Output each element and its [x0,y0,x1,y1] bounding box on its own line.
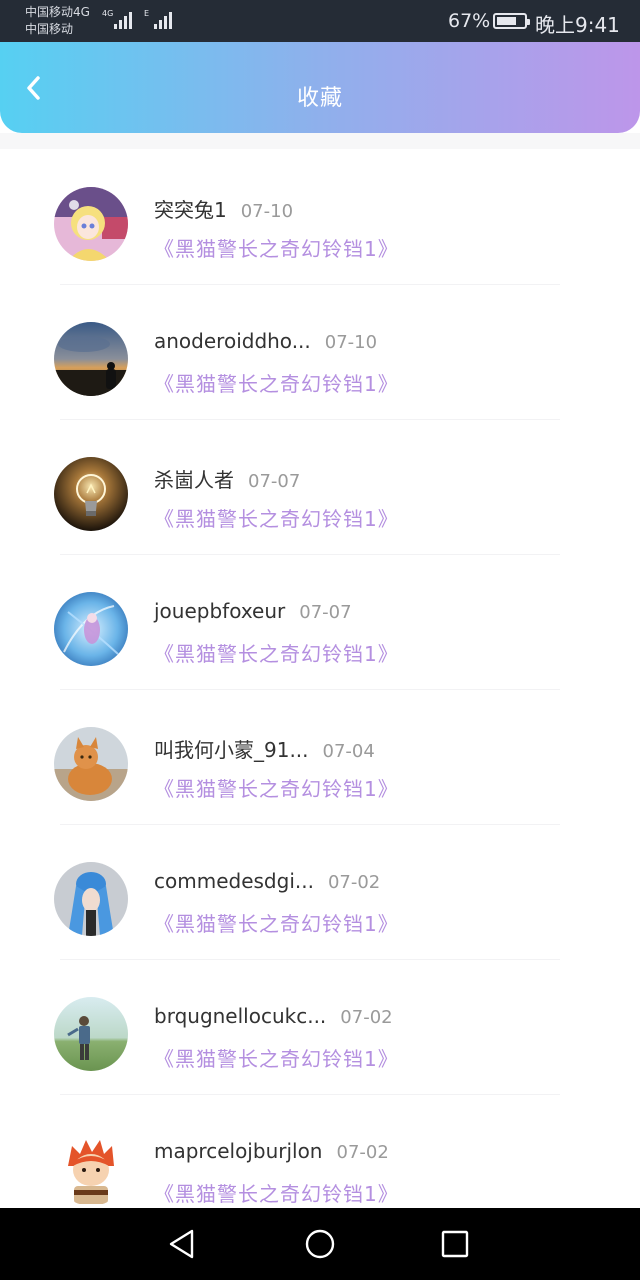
user-name: brqugnellocukc... 07-02 [154,1004,393,1028]
favorite-date: 07-02 [336,1142,389,1163]
list-item[interactable]: jouepbfoxeur 07-07 《黑猫警长之奇幻铃铛1》 [0,555,640,690]
list-item[interactable]: 叫我何小蒙_91... 07-04 《黑猫警长之奇幻铃铛1》 [0,690,640,825]
favorite-date: 07-07 [248,471,301,492]
carrier-1: 中国移动4G [25,5,90,19]
cartoon-redhead-avatar[interactable] [54,1132,128,1206]
nav-home-button[interactable] [302,1226,338,1262]
favorite-date: 07-10 [324,332,378,353]
page-title: 收藏 [296,86,343,111]
dusk-silhouette-avatar[interactable] [54,322,128,396]
status-time: 晚上9:41 [535,13,620,37]
signal-1-network-type: 4G [102,9,114,18]
nav-back-button[interactable] [164,1226,200,1262]
status-bar: 中国移动4G 中国移动 4G E 67% 晚上9:41 [0,0,640,42]
signal-icon-2: E [144,9,172,29]
carrier-info: 中国移动4G 中国移动 [25,4,90,38]
list-item[interactable]: anoderoiddho... 07-10 《黑猫警长之奇幻铃铛1》 [0,285,640,420]
favorite-date: 07-02 [327,872,381,893]
favorites-list: 突突兔1 07-10 《黑猫警长之奇幻铃铛1》 anoderoiddho... 07… [0,150,640,1230]
movie-title-link[interactable]: 《黑猫警长之奇幻铃铛1》 [154,1178,399,1207]
favorite-date: 07-10 [240,201,294,222]
movie-title-link[interactable]: 《黑猫警长之奇幻铃铛1》 [154,908,399,937]
list-item[interactable]: 杀崮人者 07-07 《黑猫警长之奇幻铃铛1》 [0,420,640,555]
blue-fantasy-avatar[interactable] [54,592,128,666]
orange-cat-avatar[interactable] [54,727,128,801]
triangle-back-icon [169,1229,194,1259]
list-item[interactable]: brqugnellocukc... 07-02 《黑猫警长之奇幻铃铛1》 [0,960,640,1095]
user-name: maprcelojburjlon 07-02 [154,1139,389,1163]
movie-title-link[interactable]: 《黑猫警长之奇幻铃铛1》 [154,1043,399,1072]
favorite-date: 07-02 [340,1007,393,1028]
favorite-date: 07-04 [322,741,375,762]
movie-title-link[interactable]: 《黑猫警长之奇幻铃铛1》 [154,638,399,667]
movie-title-link[interactable]: 《黑猫警长之奇幻铃铛1》 [154,368,399,397]
blue-hair-avatar[interactable] [54,862,128,936]
field-person-avatar[interactable] [54,997,128,1071]
user-name: 叫我何小蒙_91... 07-04 [154,738,375,762]
system-nav-bar [0,1208,640,1280]
battery-icon [493,13,530,29]
user-name: anoderoiddho... 07-10 [154,329,378,353]
anime-girl-avatar[interactable] [54,187,128,261]
movie-title-link[interactable]: 《黑猫警长之奇幻铃铛1》 [154,503,399,532]
user-name: 杀崮人者 07-07 [154,468,301,492]
user-name: jouepbfoxeur 07-07 [154,599,352,623]
nav-recents-button[interactable] [437,1226,473,1262]
header-spacer [0,133,640,149]
movie-title-link[interactable]: 《黑猫警长之奇幻铃铛1》 [154,773,399,802]
movie-title-link[interactable]: 《黑猫警长之奇幻铃铛1》 [154,233,399,262]
signal-icon-1: 4G [102,9,132,29]
signal-2-network-type: E [144,9,150,18]
page-header: 收藏 [0,42,640,133]
battery-percent: 67% [448,10,491,32]
circle-home-icon [305,1229,335,1259]
list-item[interactable]: 突突兔1 07-10 《黑猫警长之奇幻铃铛1》 [0,150,640,285]
favorite-date: 07-07 [299,602,352,623]
carrier-2: 中国移动 [25,22,74,36]
square-recents-icon [441,1230,469,1258]
user-name: 突突兔1 07-10 [154,198,294,222]
user-name: commedesdgi... 07-02 [154,869,381,893]
lightbulb-avatar[interactable] [54,457,128,531]
list-item[interactable]: commedesdgi... 07-02 《黑猫警长之奇幻铃铛1》 [0,825,640,960]
